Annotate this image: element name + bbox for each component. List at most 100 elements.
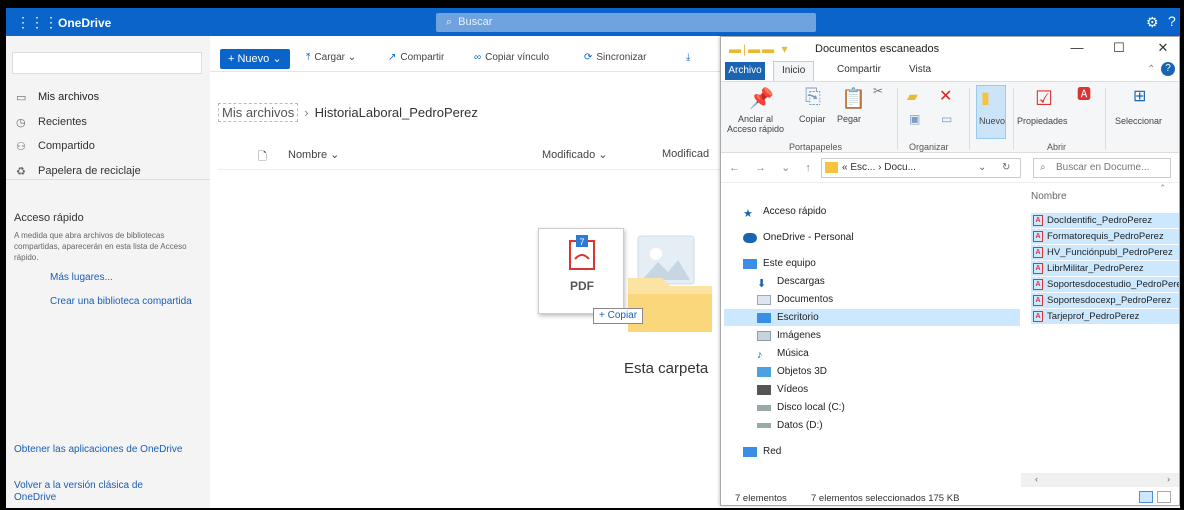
explorer-titlebar[interactable]: ▬|▬▬ ▾ Documentos escaneados — ☐ ✕: [721, 37, 1179, 61]
help-icon[interactable]: ?: [1161, 62, 1175, 76]
tree-item-documentos[interactable]: Documentos: [757, 291, 833, 308]
gear-icon[interactable]: ⚙: [1146, 14, 1159, 31]
tree-item-label: Disco local (C:): [777, 402, 845, 413]
tree-item-label: Documentos: [777, 294, 834, 305]
properties-label[interactable]: Propiedades: [1017, 116, 1068, 126]
column-modified-label: Modificado: [542, 149, 596, 161]
tree-item-label: Objetos 3D: [777, 366, 828, 377]
upload-button[interactable]: ⤒ Cargar ⌄: [306, 52, 356, 63]
file-item[interactable]: A HV_Funciónpubl_PedroPerez: [1031, 245, 1179, 260]
desktop-icon: [757, 312, 771, 323]
get-apps-link[interactable]: Obtener las aplicaciones de OneDrive: [14, 444, 184, 456]
scroll-right-icon[interactable]: ›: [1167, 474, 1170, 484]
pin-label[interactable]: Anclar al Acceso rápido: [727, 114, 784, 134]
dragged-pdf-file[interactable]: 7 PDF: [538, 228, 624, 314]
nav-arrows-icon[interactable]: ← → ⌄ ↑: [729, 161, 817, 174]
select-icon[interactable]: ⊞: [1133, 86, 1146, 106]
copy-label[interactable]: Copiar: [799, 114, 826, 124]
pin-icon[interactable]: 📌: [749, 86, 774, 111]
delete-icon[interactable]: ✕: [939, 86, 952, 106]
ribbon-tabs: Archivo Inicio Compartir Vista ⌃ ?: [721, 61, 1179, 81]
file-item[interactable]: A Soportesdocestudio_PedroPerez: [1031, 277, 1179, 292]
onedrive-brand[interactable]: OneDrive: [58, 16, 111, 30]
tab-archivo[interactable]: Archivo: [725, 62, 765, 80]
maximize-icon[interactable]: ☐: [1107, 40, 1131, 56]
column-header-name[interactable]: Nombre ⌄: [288, 148, 339, 161]
tiles-view-icon[interactable]: [1157, 491, 1171, 503]
tab-vista[interactable]: Vista: [909, 64, 931, 75]
copy-to-icon[interactable]: ▣: [909, 112, 920, 126]
address-bar[interactable]: « Esc... › Docu... ⌄ ↻: [821, 158, 1021, 178]
cut-icon[interactable]: ✂: [873, 84, 883, 98]
app-launcher-icon[interactable]: ⋮⋮⋮: [16, 15, 58, 29]
sidebar-item-papelera[interactable]: ♻ Papelera de reciclaje: [16, 162, 141, 180]
help-icon[interactable]: ?: [1168, 13, 1176, 29]
copy-icon[interactable]: ⎘: [805, 86, 821, 109]
search-placeholder: Buscar: [458, 16, 493, 28]
tree-item-label: Red: [763, 446, 782, 457]
minimize-icon[interactable]: —: [1065, 40, 1089, 55]
sidebar-item-recientes[interactable]: ◷ Recientes: [16, 113, 87, 131]
search-icon: ⌕: [1040, 162, 1046, 173]
download-icon[interactable]: ⤓: [686, 52, 694, 63]
paste-icon[interactable]: 📋: [841, 86, 866, 111]
file-item[interactable]: A Tarjeprof_PedroPerez: [1031, 309, 1179, 324]
file-type-column-icon[interactable]: 🗋: [258, 148, 267, 167]
open-pdf-icon[interactable]: 🅰: [1077, 84, 1091, 104]
sidebar-item-compartido[interactable]: ⚇ Compartido: [16, 137, 95, 155]
move-to-icon[interactable]: ▰: [907, 88, 918, 105]
quick-access-description: A medida que abra archivos de biblioteca…: [14, 231, 187, 262]
tree-item-onedrive[interactable]: OneDrive - Personal: [743, 229, 854, 246]
details-view-icon[interactable]: [1139, 491, 1153, 503]
close-icon[interactable]: ✕: [1151, 40, 1175, 56]
refresh-icon[interactable]: ↻: [1002, 159, 1010, 177]
share-button[interactable]: ↗ Compartir: [388, 52, 444, 63]
tree-item-disco-c[interactable]: Disco local (C:): [757, 399, 845, 416]
tree-item-imagenes[interactable]: Imágenes: [757, 327, 821, 344]
tab-compartir[interactable]: Compartir: [837, 64, 881, 75]
tree-item-escritorio[interactable]: Escritorio: [724, 309, 1020, 326]
rename-icon[interactable]: ▭: [941, 112, 952, 126]
horizontal-scrollbar[interactable]: ‹ ›: [1021, 473, 1179, 487]
file-item[interactable]: A Soportesdocexp_PedroPerez: [1031, 293, 1179, 308]
explorer-search-input[interactable]: ⌕ Buscar en Docume...: [1033, 158, 1171, 178]
file-item[interactable]: A LibrMilitar_PedroPerez: [1031, 261, 1179, 276]
chevron-down-icon[interactable]: ⌄: [978, 159, 986, 177]
file-item[interactable]: A Formatorequis_PedroPerez: [1031, 229, 1179, 244]
sync-button[interactable]: ⟳ Sincronizar: [584, 52, 646, 63]
files-column-name[interactable]: Nombre: [1031, 191, 1067, 202]
tree-item-datos-d[interactable]: Datos (D:): [757, 417, 823, 434]
tab-inicio[interactable]: Inicio: [773, 61, 815, 81]
tree-item-red[interactable]: Red: [743, 443, 781, 460]
onedrive-sidebar: ▭ Mis archivos ◷ Recientes ⚇ Compartido ♻ Pa…: [6, 36, 210, 508]
music-icon: ♪: [757, 348, 763, 361]
column-header-modified[interactable]: Modificado ⌄: [542, 148, 607, 161]
column-header-modified-by[interactable]: Modificad: [662, 148, 709, 160]
tree-item-videos[interactable]: Vídeos: [757, 381, 808, 398]
breadcrumb-root[interactable]: Mis archivos: [218, 103, 299, 122]
more-places-link[interactable]: Más lugares...: [50, 272, 113, 283]
properties-icon[interactable]: ☑: [1035, 86, 1053, 111]
file-item[interactable]: A DocIdentific_PedroPerez: [1031, 213, 1179, 228]
tree-item-musica[interactable]: ♪ Música: [757, 345, 809, 362]
chevron-up-icon[interactable]: ⌃: [1147, 64, 1155, 75]
new-button[interactable]: + Nuevo ⌄: [220, 49, 290, 69]
tree-item-acceso-rapido[interactable]: ★ Acceso rápido: [743, 203, 826, 220]
copy-link-button[interactable]: ∞ Copiar vínculo: [474, 52, 549, 63]
tree-item-este-equipo[interactable]: Este equipo: [743, 255, 816, 272]
sync-label: Sincronizar: [596, 52, 647, 63]
tree-item-objetos-3d[interactable]: Objetos 3D: [757, 363, 827, 380]
paste-label[interactable]: Pegar: [837, 114, 861, 124]
quick-access-toolbar-icon[interactable]: ▬|▬▬ ▾: [729, 42, 789, 56]
sidebar-item-mis-archivos[interactable]: ▭ Mis archivos: [16, 88, 99, 106]
select-label[interactable]: Seleccionar: [1115, 116, 1162, 126]
onedrive-search-input[interactable]: ⌕ Buscar: [436, 13, 816, 32]
sidebar-item-label: Mis archivos: [38, 91, 100, 103]
sync-icon: ⟳: [584, 52, 593, 63]
tree-item-descargas[interactable]: ⬇ Descargas: [757, 273, 825, 290]
address-bar-area: ← → ⌄ ↑ « Esc... › Docu... ⌄ ↻ ⌕ Buscar e…: [721, 153, 1179, 183]
create-library-link[interactable]: Crear una biblioteca compartida: [50, 296, 192, 307]
scroll-left-icon[interactable]: ‹: [1035, 474, 1038, 484]
classic-version-link[interactable]: Volver a la versión clásica de OneDrive: [14, 480, 184, 504]
sidebar-search-box[interactable]: [12, 52, 202, 74]
